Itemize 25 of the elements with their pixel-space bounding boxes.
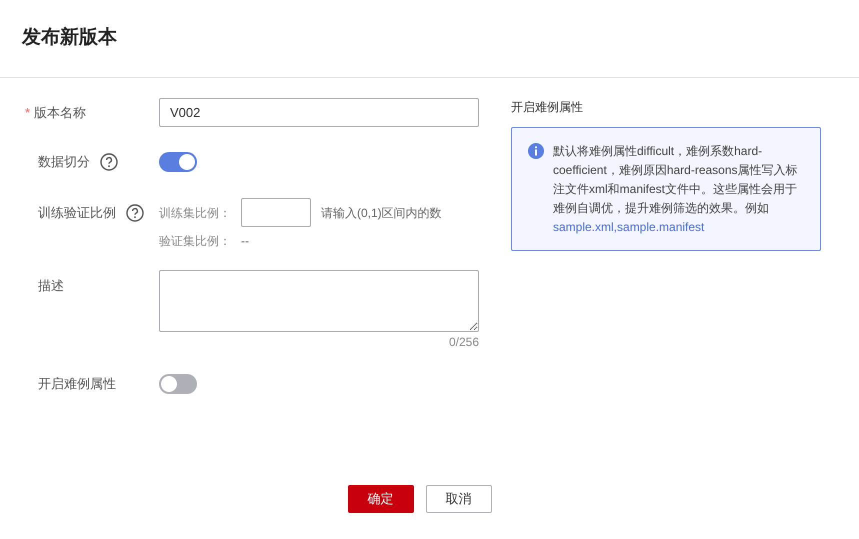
toggle-switch[interactable] [159, 152, 197, 172]
ratio-hint: 请输入(0,1)区间内的数 [321, 204, 442, 222]
field-label: 版本名称 [34, 104, 86, 122]
confirm-button[interactable]: 确定 [348, 485, 414, 513]
train-ratio-field[interactable] [241, 198, 311, 227]
help-icon[interactable] [126, 204, 144, 222]
cancel-button[interactable]: 取消 [426, 485, 492, 513]
sample-link[interactable]: sample.xml,sample.manifest [553, 220, 704, 234]
toggle-switch[interactable] [159, 374, 197, 394]
panel-title: 开启难例属性 [511, 99, 583, 116]
help-icon[interactable] [100, 152, 118, 170]
validation-ratio-value: -- [241, 233, 249, 250]
required-mark: * [25, 104, 30, 122]
description-field[interactable] [159, 270, 479, 332]
dialog-title: 发布新版本 [22, 26, 117, 50]
field-label: 开启难例属性 [38, 375, 116, 394]
field-label: 描述 [38, 278, 64, 293]
character-counter: 0/256 [448, 334, 479, 351]
info-icon [528, 143, 544, 159]
train-ratio-label: 训练集比例： [159, 204, 232, 222]
field-label: 训练验证比例 [38, 204, 116, 222]
validation-ratio-label: 验证集比例： [159, 233, 232, 250]
info-text: 默认将难例属性difficult，难例系数hard-coefficient，难例原因hard-reasons属性写入标注文件xml和manifest文件中。这些属性会用于难例自调优，提升难例筛选的效果。例如 sample.xml,sample.manifest [553, 143, 799, 236]
field-label: 数据切分 [38, 152, 90, 171]
version-name-field[interactable]: V002 [159, 98, 479, 127]
